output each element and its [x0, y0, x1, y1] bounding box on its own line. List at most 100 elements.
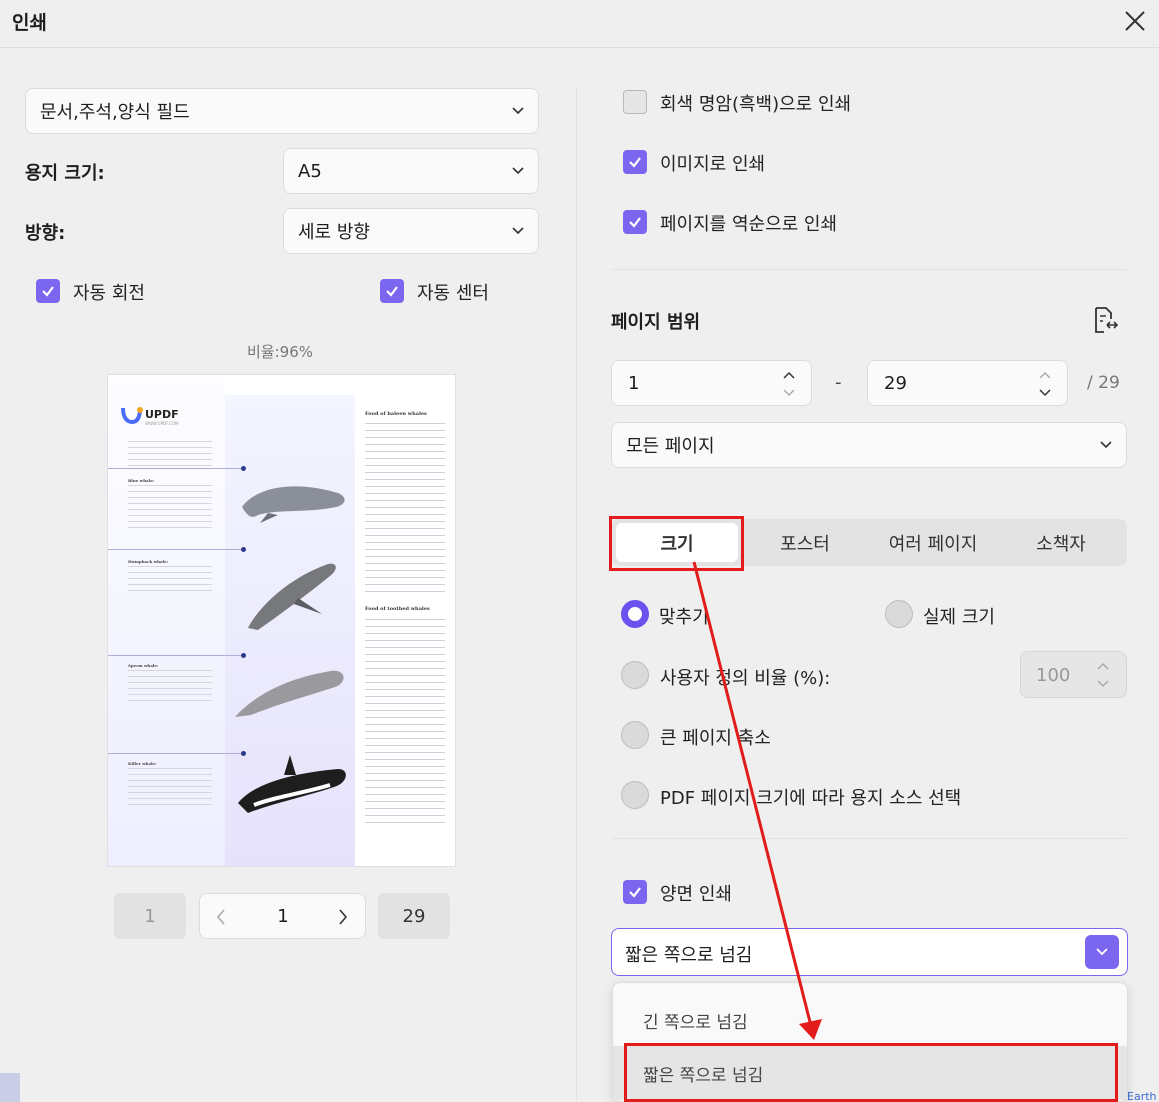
preview-blue-whale-label: Blue whale: [128, 478, 155, 483]
close-icon[interactable] [1122, 8, 1148, 34]
range-from-value: 1 [628, 373, 640, 394]
section-divider [611, 838, 1127, 839]
paper-size-label: 용지 크기: [25, 163, 105, 184]
auto-rotate-label: 자동 회전 [73, 283, 145, 304]
humpback-whale-image [248, 563, 336, 630]
dialog-title: 인쇄 [12, 12, 47, 34]
preview-text-block [128, 566, 212, 596]
preview-logo-text: UPDF [145, 408, 179, 421]
range-separator: - [835, 372, 842, 393]
checkmark-icon [629, 217, 641, 228]
tab-poster[interactable]: 포스터 [741, 519, 869, 566]
fit-radio[interactable] [621, 600, 649, 628]
custom-scale-spinner[interactable]: 100 [1020, 651, 1127, 698]
paper-size-value: A5 [298, 160, 322, 182]
orientation-select[interactable]: 세로 방향 [283, 208, 539, 254]
chevron-right-icon[interactable] [338, 909, 348, 925]
custom-scale-radio[interactable] [621, 661, 649, 689]
page-subset-value: 모든 페이지 [626, 436, 715, 457]
preview-connector [108, 753, 245, 754]
preview-dot [241, 653, 246, 658]
background-text-fragment: Earth [1127, 1090, 1157, 1102]
annotation-highlight-option [624, 1043, 1118, 1102]
flip-option-long-edge[interactable]: 긴 쪽으로 넘김 [613, 993, 1127, 1047]
orientation-value: 세로 방향 [298, 222, 370, 243]
flip-mode-dropdown-button[interactable] [1085, 935, 1119, 969]
preview-dot [241, 547, 246, 552]
grayscale-label: 회색 명암(흑백)으로 인쇄 [660, 94, 852, 115]
page-range-swap-icon[interactable] [1089, 305, 1119, 335]
content-type-select[interactable]: 문서,주석,양식 필드 [25, 88, 539, 134]
chevron-left-icon[interactable] [216, 909, 226, 925]
preview-connector [108, 468, 245, 469]
last-page-button[interactable]: 29 [378, 893, 450, 939]
range-to-value: 29 [884, 373, 907, 394]
spinner-arrows-icon [1097, 662, 1109, 688]
auto-center-checkbox[interactable] [380, 279, 404, 303]
chevron-down-icon [1100, 441, 1112, 449]
blue-whale-image [242, 486, 345, 523]
range-to-spinner[interactable]: 29 [867, 360, 1068, 406]
chevron-down-icon [512, 167, 524, 175]
spinner-arrows-icon[interactable] [1038, 369, 1052, 399]
page-navigator: 1 [199, 893, 366, 939]
flip-mode-select[interactable]: 짧은 쪽으로 넘김 [611, 928, 1128, 976]
preview-text-block [128, 670, 212, 706]
current-page-input[interactable]: 1 [260, 906, 306, 927]
shrink-large-label: 큰 페이지 축소 [660, 728, 771, 749]
actual-size-label: 실제 크기 [923, 607, 995, 628]
panel-divider [576, 88, 577, 1102]
shrink-large-radio[interactable] [621, 721, 649, 749]
auto-rotate-checkbox[interactable] [36, 279, 60, 303]
preview-text-block [128, 768, 212, 810]
tab-multiple-pages[interactable]: 여러 페이지 [869, 519, 997, 566]
print-as-image-label: 이미지로 인쇄 [660, 154, 766, 175]
section-divider [611, 269, 1127, 270]
background-window-fragment [0, 1073, 20, 1102]
checkmark-icon [42, 286, 54, 297]
preview-sperm-label: Sperm whale: [128, 663, 159, 668]
tab-booklet[interactable]: 소책자 [997, 519, 1125, 566]
preview-text-block [128, 441, 212, 467]
auto-center-label: 자동 센터 [417, 283, 489, 304]
pdf-paper-source-label: PDF 페이지 크기에 따라 용지 소스 선택 [660, 788, 962, 809]
preview-heading-baleen: Food of baleen whales [365, 411, 427, 417]
preview-killer-label: Killer whale: [128, 761, 157, 766]
spinner-arrows-icon[interactable] [782, 369, 796, 399]
first-page-button[interactable]: 1 [114, 893, 186, 939]
reverse-order-checkbox[interactable] [623, 210, 647, 234]
pdf-paper-source-radio[interactable] [621, 781, 649, 809]
preview-heading-toothed: Food of toothed whales [365, 606, 430, 612]
preview-humpback-label: Humpback whale: [128, 559, 169, 564]
page-range-title: 페이지 범위 [611, 312, 701, 333]
sperm-whale-image [235, 670, 344, 717]
preview-dot [241, 466, 246, 471]
scale-text: 비율:96% [247, 343, 313, 361]
chevron-down-icon [512, 107, 524, 115]
preview-text-block [365, 423, 445, 597]
fit-label: 맞추기 [659, 607, 709, 628]
page-subset-select[interactable]: 모든 페이지 [611, 422, 1127, 468]
updf-logo-icon [121, 407, 143, 425]
dialog-titlebar [0, 0, 1159, 48]
grayscale-checkbox[interactable] [623, 90, 647, 114]
reverse-order-label: 페이지를 역순으로 인쇄 [660, 214, 838, 235]
duplex-checkbox[interactable] [623, 880, 647, 904]
preview-text-block [128, 485, 212, 529]
paper-size-select[interactable]: A5 [283, 148, 539, 194]
custom-scale-value: 100 [1036, 665, 1071, 686]
preview-connector [108, 655, 245, 656]
orientation-label: 방향: [25, 223, 66, 244]
range-from-spinner[interactable]: 1 [611, 360, 812, 406]
chevron-down-icon [1096, 948, 1108, 956]
preview-text-block [365, 619, 445, 823]
checkmark-icon [629, 887, 641, 898]
actual-size-radio[interactable] [885, 600, 913, 628]
page-preview: UPDF WWW.UPDF.COM Blue whale: Humpback w… [107, 374, 456, 867]
checkmark-icon [629, 157, 641, 168]
duplex-label: 양면 인쇄 [660, 884, 732, 905]
checkmark-icon [386, 286, 398, 297]
preview-logo-sub: WWW.UPDF.COM [145, 421, 179, 426]
print-as-image-checkbox[interactable] [623, 150, 647, 174]
custom-scale-label: 사용자 정의 비율 (%): [660, 668, 831, 689]
